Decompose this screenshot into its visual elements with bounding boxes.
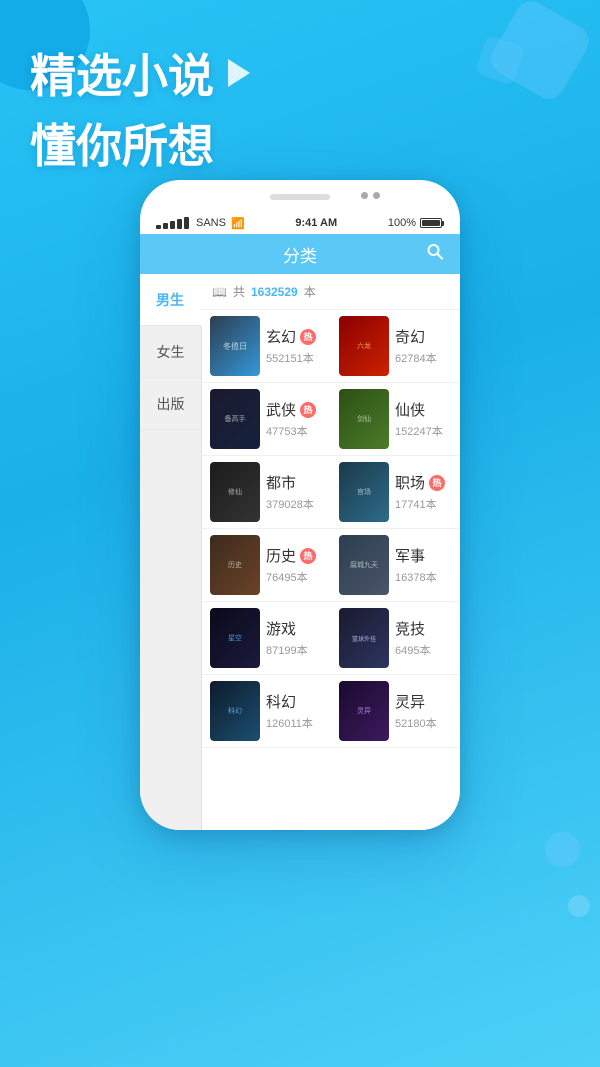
category-item-keji[interactable]: 科幻 科幻 126011本 (202, 675, 331, 747)
status-bar: SANS 📶 9:41 AM 100% (140, 212, 460, 234)
cat-count-xuanhuan: 552151本 (266, 350, 323, 366)
cover-youxi: 星空 (210, 608, 260, 668)
cat-count-xianxia: 152247本 (395, 423, 452, 439)
category-row: 冬揽日 玄幻 热 552151本 (202, 310, 460, 383)
cat-name-wuxia: 武侠 (266, 399, 296, 420)
search-icon[interactable] (426, 243, 444, 266)
cover-wuxia: 备高手 (210, 389, 260, 449)
category-list: 冬揽日 玄幻 热 552151本 (202, 310, 460, 748)
category-row: 备高手 武侠 热 47753本 (202, 383, 460, 456)
category-item-lishi[interactable]: 历史 历史 热 76495本 (202, 529, 331, 601)
cat-count-youxi: 87199本 (266, 642, 323, 658)
status-time: 9:41 AM (295, 217, 337, 229)
signal-icon (156, 217, 189, 229)
phone-dot (361, 192, 368, 199)
filter-bar: 📖 共 1632529 本 (202, 274, 460, 310)
category-item-youxi[interactable]: 星空 游戏 87199本 (202, 602, 331, 674)
cover-lingyi: 灵异 (339, 681, 389, 741)
hot-badge: 热 (300, 402, 316, 418)
cat-count-lishi: 76495本 (266, 569, 323, 585)
cat-count-wuxia: 47753本 (266, 423, 323, 439)
category-item-wuxia[interactable]: 备高手 武侠 热 47753本 (202, 383, 331, 455)
book-icon: 📖 (212, 285, 227, 299)
category-item-jingji[interactable]: 篮球外挂 竞技 6495本 (331, 602, 460, 674)
cat-count-lingyi: 52180本 (395, 715, 452, 731)
sidebar-item-female[interactable]: 女生 (140, 326, 201, 378)
category-row: 星空 游戏 87199本 篮球外挂 (202, 602, 460, 675)
hot-badge: 热 (429, 475, 445, 491)
cover-qihuan: 六龙 (339, 316, 389, 376)
category-item-xuanhuan[interactable]: 冬揽日 玄幻 热 552151本 (202, 310, 331, 382)
float-shape1 (545, 832, 580, 867)
category-row: 修仙 都市 379028本 官场 (202, 456, 460, 529)
book-count: 1632529 (251, 285, 298, 299)
category-item-zhichang[interactable]: 官场 职场 热 17741本 (331, 456, 460, 528)
category-item-dushi[interactable]: 修仙 都市 379028本 (202, 456, 331, 528)
play-icon (228, 59, 250, 87)
cat-name-jingji: 竞技 (395, 618, 425, 639)
cover-jingji: 篮球外挂 (339, 608, 389, 668)
category-item-xianxia[interactable]: 剑仙 仙侠 152247本 (331, 383, 460, 455)
filter-unit: 本 (304, 283, 316, 300)
content-area: 男生 女生 出版 📖 共 1632529 本 (140, 274, 460, 830)
cover-keji: 科幻 (210, 681, 260, 741)
cover-zhichang: 官场 (339, 462, 389, 522)
category-item-lingyi[interactable]: 灵异 灵异 52180本 (331, 675, 460, 747)
cover-dushi: 修仙 (210, 462, 260, 522)
status-right: 100% (388, 217, 444, 229)
cat-count-jingji: 6495本 (395, 642, 452, 658)
phone-notch (270, 194, 330, 200)
hero-title2: 懂你所想 (30, 110, 250, 176)
cat-name-lishi: 历史 (266, 545, 296, 566)
carrier-name: SANS (196, 217, 226, 229)
cover-junshi: 腐城九天 (339, 535, 389, 595)
category-main: 📖 共 1632529 本 冬揽日 (202, 274, 460, 830)
hot-badge: 热 (300, 329, 316, 345)
category-row: 科幻 科幻 126011本 灵异 (202, 675, 460, 748)
float-shape2 (568, 895, 590, 917)
category-item-junshi[interactable]: 腐城九天 军事 16378本 (331, 529, 460, 601)
cat-name-xianxia: 仙侠 (395, 399, 425, 420)
hero-title1: 精选小说 (30, 40, 250, 106)
sidebar-item-male[interactable]: 男生 (140, 274, 202, 326)
status-left: SANS 📶 (156, 217, 245, 230)
cat-name-youxi: 游戏 (266, 618, 296, 639)
cat-count-qihuan: 62784本 (395, 350, 452, 366)
cat-count-keji: 126011本 (266, 715, 323, 731)
sidebar-item-publish[interactable]: 出版 (140, 378, 201, 430)
cat-name-keji: 科幻 (266, 691, 296, 712)
category-sidebar: 男生 女生 出版 (140, 274, 202, 830)
phone-mockup: SANS 📶 9:41 AM 100% 分类 (140, 180, 460, 830)
battery-icon (420, 218, 444, 228)
cat-name-junshi: 军事 (395, 545, 425, 566)
cat-name-qihuan: 奇幻 (395, 326, 425, 347)
cat-count-zhichang: 17741本 (395, 496, 452, 512)
cover-xianxia: 剑仙 (339, 389, 389, 449)
cat-name-lingyi: 灵异 (395, 691, 425, 712)
cat-count-dushi: 379028本 (266, 496, 323, 512)
cover-xuanhuan: 冬揽日 (210, 316, 260, 376)
hero-section: 精选小说 懂你所想 (30, 40, 250, 176)
cover-lishi: 历史 (210, 535, 260, 595)
category-row: 历史 历史 热 76495本 (202, 529, 460, 602)
battery-percent: 100% (388, 217, 416, 229)
phone-dot (373, 192, 380, 199)
cat-count-junshi: 16378本 (395, 569, 452, 585)
cat-name-xuanhuan: 玄幻 (266, 326, 296, 347)
cat-name-dushi: 都市 (266, 472, 296, 493)
hot-badge: 热 (300, 548, 316, 564)
wifi-icon: 📶 (231, 217, 245, 230)
phone-dots (361, 192, 380, 199)
category-item-qihuan[interactable]: 六龙 奇幻 62784本 (331, 310, 460, 382)
nav-bar: 分类 (140, 234, 460, 274)
nav-title: 分类 (283, 242, 317, 267)
filter-label: 共 (233, 283, 245, 300)
cat-name-zhichang: 职场 (395, 472, 425, 493)
